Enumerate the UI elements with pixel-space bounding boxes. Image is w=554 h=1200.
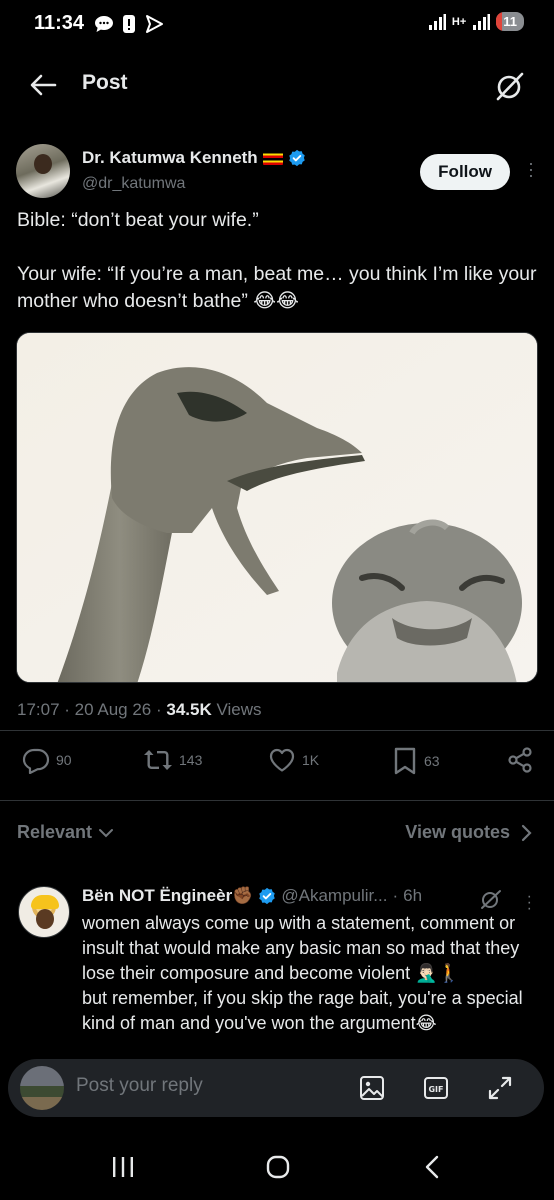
meta-separator: · bbox=[64, 700, 75, 719]
post-author: Dr. Katumwa Kenneth @dr_katumwa Follow ·… bbox=[16, 140, 538, 204]
reply-avatar[interactable] bbox=[18, 886, 70, 938]
share-icon bbox=[508, 747, 532, 773]
chevron-down-icon bbox=[99, 828, 114, 837]
verified-badge-icon bbox=[288, 149, 305, 167]
author-handle[interactable]: @dr_katumwa bbox=[82, 175, 185, 193]
svg-text:GIF: GIF bbox=[428, 1085, 443, 1094]
battery-indicator: 11 bbox=[496, 12, 524, 31]
divider bbox=[0, 730, 554, 731]
ostrich-meme-image bbox=[17, 333, 537, 682]
reply-more-options-icon[interactable]: · · · bbox=[527, 889, 532, 917]
gif-icon[interactable]: GIF bbox=[422, 1074, 450, 1102]
divider-2 bbox=[0, 800, 554, 801]
back-arrow-icon[interactable] bbox=[28, 70, 58, 100]
post-meta: 17:07 · 20 Aug 26 · 34.5K Views bbox=[17, 700, 262, 720]
reply-count: 90 bbox=[56, 752, 72, 768]
reply-header: Bën NOT Ëngineèr✊🏾 @Akampulir... · 6h bbox=[82, 886, 422, 906]
repost-count: 143 bbox=[179, 752, 203, 768]
reply-icon bbox=[22, 748, 50, 774]
home-icon[interactable] bbox=[263, 1154, 293, 1180]
post-date: 20 Aug 26 bbox=[74, 700, 152, 719]
share-action[interactable] bbox=[506, 746, 534, 774]
reply-age: 6h bbox=[403, 886, 423, 905]
reply-input[interactable] bbox=[76, 1075, 296, 1097]
recent-apps-icon[interactable] bbox=[108, 1154, 138, 1180]
expand-icon[interactable] bbox=[486, 1074, 514, 1102]
views-label[interactable]: Views bbox=[216, 700, 261, 719]
more-options-icon[interactable]: · · · bbox=[528, 154, 534, 184]
bookmark-icon bbox=[394, 747, 416, 775]
status-notification-icons bbox=[94, 14, 164, 34]
uganda-flag-icon bbox=[262, 151, 283, 165]
chevron-right-icon bbox=[521, 824, 532, 841]
reply-separator: · bbox=[392, 886, 399, 905]
status-time: 11:34 bbox=[34, 12, 85, 34]
reply-author-handle[interactable]: @Akampulir... bbox=[281, 886, 387, 906]
post-image[interactable] bbox=[16, 332, 538, 683]
post-text: Bible: “don’t beat your wife.” Your wife… bbox=[17, 209, 537, 312]
user-avatar bbox=[20, 1066, 64, 1110]
view-quotes-label: View quotes bbox=[405, 822, 510, 842]
repost-action[interactable]: 143 bbox=[143, 746, 202, 774]
chat-bubble-icon bbox=[95, 16, 113, 32]
view-quotes-link[interactable]: View quotes bbox=[405, 822, 532, 843]
author-name[interactable]: Dr. Katumwa Kenneth bbox=[82, 148, 258, 168]
post-actions: 90 143 1K 63 bbox=[0, 746, 554, 782]
back-icon[interactable] bbox=[418, 1154, 448, 1180]
send-icon bbox=[146, 15, 163, 33]
bookmark-count: 63 bbox=[424, 753, 440, 769]
grok-icon[interactable] bbox=[480, 888, 502, 910]
repost-icon bbox=[144, 750, 172, 770]
reply-sort-dropdown[interactable]: Relevant bbox=[17, 822, 114, 843]
author-avatar[interactable] bbox=[16, 144, 70, 198]
top-app-bar: Post bbox=[0, 56, 554, 112]
views-count[interactable]: 34.5K bbox=[166, 700, 211, 719]
bookmark-action[interactable]: 63 bbox=[392, 746, 440, 776]
signal-icon bbox=[428, 13, 446, 30]
reply-compose-bar: GIF bbox=[8, 1059, 544, 1117]
battery-level: 11 bbox=[503, 14, 517, 29]
reply-author-name[interactable]: Bën NOT Ëngineèr✊🏾 bbox=[82, 886, 253, 906]
post-time: 17:07 bbox=[17, 700, 60, 719]
signal-icon-2 bbox=[473, 13, 491, 30]
reply-text: women always come up with a statement, c… bbox=[82, 913, 523, 1033]
reply-sort-label: Relevant bbox=[17, 822, 93, 842]
verified-badge-icon bbox=[259, 887, 276, 905]
reply-action[interactable]: 90 bbox=[22, 746, 72, 774]
status-bar: 11:34 H+ 11 bbox=[0, 0, 554, 46]
like-action[interactable]: 1K bbox=[268, 746, 319, 774]
follow-button[interactable]: Follow bbox=[420, 154, 510, 190]
reply-item[interactable]: Bën NOT Ëngineèr✊🏾 @Akampulir... · 6h · ·… bbox=[0, 880, 554, 1055]
system-navigation-bar bbox=[0, 1130, 554, 1200]
like-count: 1K bbox=[302, 752, 320, 768]
image-icon[interactable] bbox=[358, 1074, 386, 1102]
heart-icon bbox=[269, 748, 295, 772]
author-name-row[interactable]: Dr. Katumwa Kenneth bbox=[82, 148, 306, 168]
status-right-icons: H+ 11 bbox=[428, 12, 524, 31]
network-type: H+ bbox=[451, 15, 467, 28]
meta-separator-2: · bbox=[155, 700, 167, 719]
grok-icon[interactable] bbox=[494, 70, 526, 102]
page-title: Post bbox=[82, 71, 128, 94]
alert-icon bbox=[123, 15, 135, 33]
